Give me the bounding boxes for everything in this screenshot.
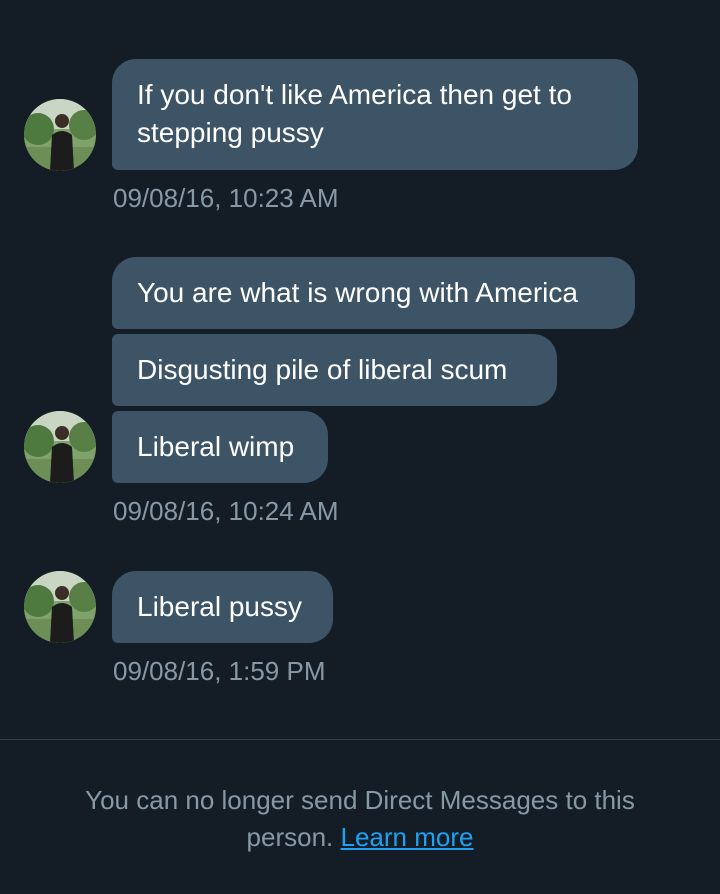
message-text: Liberal wimp xyxy=(137,431,295,462)
message-text: If you don't like America then get to xyxy=(137,79,572,110)
message-bubble[interactable]: Liberal pussy xyxy=(112,571,333,643)
message-thread: If you don't like America then get to st… xyxy=(0,0,720,740)
footer-divider xyxy=(0,739,720,740)
message-timestamp: 09/08/16, 10:24 AM xyxy=(113,496,339,526)
avatar-photo-icon xyxy=(24,411,96,483)
avatar-photo-icon xyxy=(24,99,96,171)
message-timestamp: 09/08/16, 10:23 AM xyxy=(113,183,339,213)
sender-avatar[interactable] xyxy=(24,411,96,483)
message-bubble[interactable]: Disgusting pile of liberal scum xyxy=(112,334,557,406)
dm-disabled-notice: You can no longer send Direct Messages t… xyxy=(40,782,680,856)
learn-more-link[interactable]: Learn more xyxy=(341,822,474,852)
message-text: Disgusting pile of liberal scum xyxy=(137,354,508,385)
message-bubble[interactable]: If you don't like America then get to st… xyxy=(112,59,638,170)
message-text: Liberal pussy xyxy=(137,591,302,622)
sender-avatar[interactable] xyxy=(24,571,96,643)
sender-avatar[interactable] xyxy=(24,99,96,171)
message-text: You are what is wrong with America xyxy=(137,277,578,308)
message-timestamp: 09/08/16, 1:59 PM xyxy=(113,656,326,686)
message-text: stepping pussy xyxy=(137,117,324,148)
avatar-photo-icon xyxy=(24,571,96,643)
message-bubble[interactable]: Liberal wimp xyxy=(112,411,328,483)
message-bubble[interactable]: You are what is wrong with America xyxy=(112,257,635,329)
